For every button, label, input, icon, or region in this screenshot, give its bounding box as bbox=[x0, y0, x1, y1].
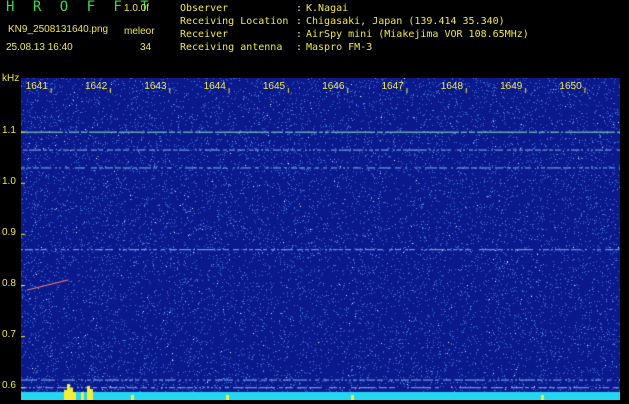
info-value: Chigasaki, Japan (139.414 35.340) bbox=[306, 16, 505, 27]
info-value: AirSpy mini (Miakejima VOR 108.65MHz) bbox=[306, 29, 529, 40]
info-separator: : bbox=[296, 29, 303, 40]
y-tick-label: 1.1 bbox=[2, 124, 16, 136]
x-tick-label: 1649 bbox=[500, 81, 523, 92]
x-tick-label: 1650 bbox=[559, 81, 582, 92]
version-label: 1.0.0f bbox=[124, 3, 150, 14]
info-key: Observer bbox=[180, 3, 229, 14]
info-value: K.Nagai bbox=[306, 3, 349, 14]
filename-label: KN9_2508131640.png bbox=[8, 24, 109, 35]
x-tick-label: 1642 bbox=[84, 81, 108, 92]
x-tick-label: 1646 bbox=[322, 81, 345, 92]
right-margin bbox=[620, 78, 629, 400]
info-key: Receiving Location bbox=[180, 16, 289, 27]
x-tick-label: 1648 bbox=[440, 81, 464, 92]
y-unit-label: kHz bbox=[2, 73, 20, 84]
y-tick-label: 0.6 bbox=[2, 380, 16, 392]
header-panel: H R O F F T 1.0.0f KN9_2508131640.png me… bbox=[0, 0, 629, 78]
y-tick-label: 0.8 bbox=[2, 278, 16, 289]
timestamp-label: 25.08.13 16:40 bbox=[6, 42, 73, 53]
info-separator: : bbox=[296, 42, 303, 53]
info-separator: : bbox=[296, 3, 303, 14]
y-tick-label: 0.9 bbox=[2, 226, 16, 238]
x-tick-label: 1644 bbox=[203, 81, 226, 92]
count-label: 34 bbox=[140, 42, 152, 53]
y-tick-label: 1.0 bbox=[2, 175, 16, 187]
mode-label: meleor bbox=[124, 26, 155, 37]
spectrogram-plot bbox=[21, 78, 620, 400]
x-tick-label: 1641 bbox=[25, 81, 48, 92]
info-value: Maspro FM-3 bbox=[306, 42, 373, 53]
x-tick-label: 1643 bbox=[144, 81, 167, 92]
spectrogram-canvas bbox=[21, 78, 620, 400]
y-tick-label: 0.7 bbox=[2, 329, 16, 341]
info-key: Receiving antenna bbox=[180, 42, 283, 53]
x-tick-label: 1647 bbox=[381, 81, 404, 92]
info-key: Receiver bbox=[180, 29, 229, 40]
info-separator: : bbox=[296, 16, 303, 27]
x-tick-label: 1645 bbox=[262, 81, 286, 92]
